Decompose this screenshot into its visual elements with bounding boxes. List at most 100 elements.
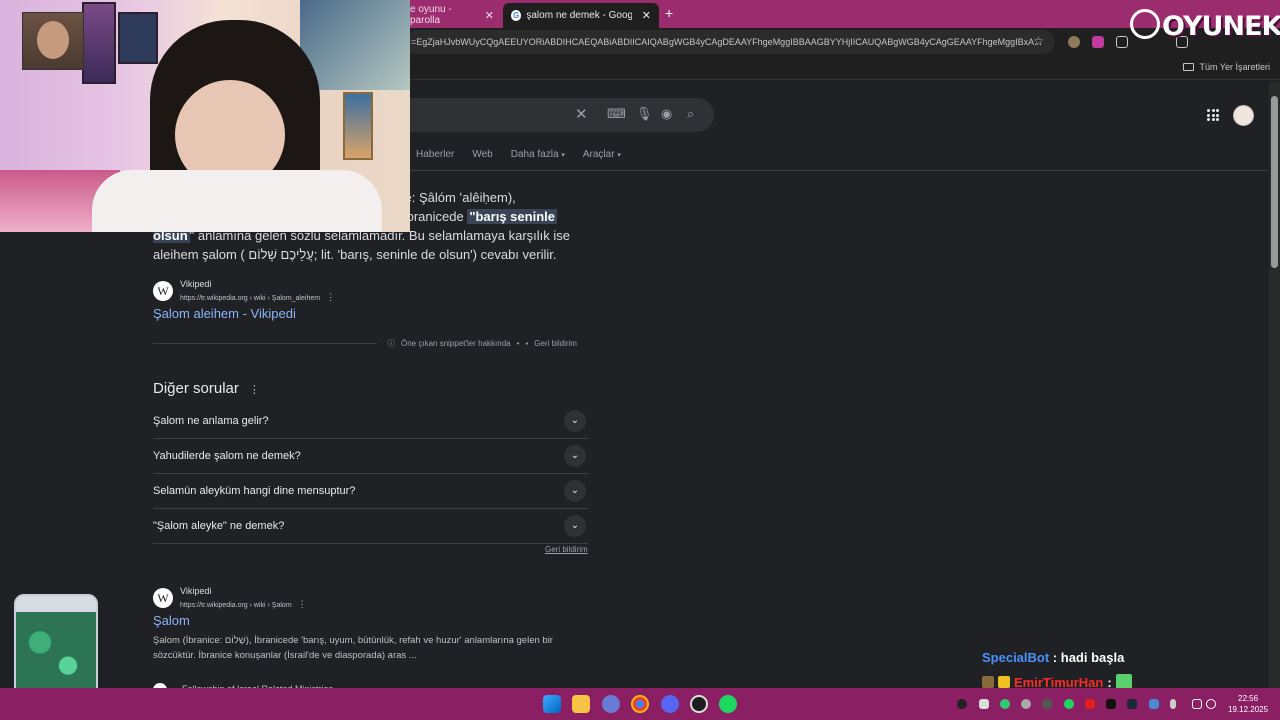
scrollbar-thumb[interactable]: [1271, 96, 1278, 268]
logo-text: OYUNEKS: [1162, 10, 1280, 42]
chevron-down-icon: ⌄: [564, 515, 586, 537]
tab-more[interactable]: Daha fazla ▾: [511, 149, 565, 160]
bookmark-star-icon[interactable]: ☆: [1033, 34, 1044, 48]
tab-google-search[interactable]: G şalom ne demek - Google'da A ✕: [503, 3, 659, 28]
clock-time: 22:56: [1238, 694, 1259, 703]
microphone-icon[interactable]: 🎙: [636, 106, 653, 122]
result-source[interactable]: W Vikipedi https://tr.wikipedia.org › wi…: [153, 279, 335, 303]
tray-icon[interactable]: [1085, 699, 1095, 709]
tab-title: şalom ne demek - Google'da A: [526, 10, 632, 21]
chevron-down-icon: ⌄: [564, 480, 586, 502]
chevron-down-icon: ⌄: [564, 410, 586, 432]
extension-icon[interactable]: [1092, 36, 1104, 48]
network-icon[interactable]: [1192, 699, 1202, 709]
result-link[interactable]: Şalom: [153, 613, 190, 628]
tab-tools-label: Araçlar: [582, 149, 615, 160]
chrome-icon[interactable]: [631, 695, 649, 713]
feedback-link[interactable]: Geri bildirim: [545, 545, 588, 554]
help-icon: ⓘ: [387, 339, 395, 348]
chat-separator: :: [1049, 650, 1061, 665]
address-bar[interactable]: =EgZjaHJvbWUyCQgAEEUYORiABDIHCAEQABiABDI…: [405, 30, 1055, 54]
separator-dot: •: [516, 339, 520, 348]
spotify-icon[interactable]: [719, 695, 737, 713]
result-source[interactable]: W Vikipedi https://tr.wikipedia.org › wi…: [153, 586, 307, 610]
keyboard-icon[interactable]: ⌨: [607, 106, 626, 122]
crown-badge-icon: [998, 676, 1010, 688]
avatar[interactable]: [1233, 105, 1254, 126]
tray-steam-icon[interactable]: [1127, 699, 1137, 709]
tray-icon[interactable]: [1149, 699, 1159, 709]
tray-icon[interactable]: [1021, 699, 1031, 709]
question-text: Şalom ne anlama gelir?: [153, 415, 269, 427]
paa-question[interactable]: Şalom ne anlama gelir? ⌄: [153, 404, 588, 439]
search-input[interactable]: ✕ ⌨ 🎙 ◉ ⌕: [380, 98, 714, 132]
start-icon[interactable]: [543, 695, 561, 713]
snippet-text: İbranicede: [403, 209, 468, 224]
app-icon[interactable]: [602, 695, 620, 713]
folder-icon: [1183, 63, 1195, 71]
lens-icon[interactable]: ◉: [661, 106, 672, 122]
tab-parolla[interactable]: e oyunu - parolla ✕: [402, 4, 502, 26]
tray-icon[interactable]: [979, 699, 989, 709]
source-url: https://tr.wikipedia.org › wiki › Şalom ⋮: [180, 599, 307, 610]
result-link[interactable]: Şalom aleihem - Vikipedi: [153, 306, 296, 321]
paa-question[interactable]: Yahudilerde şalom ne demek? ⌄: [153, 439, 588, 474]
chevron-down-icon: ⌄: [564, 445, 586, 467]
question-text: "Şalom aleyke" ne demek?: [153, 520, 285, 532]
source-url: https://tr.wikipedia.org › wiki › Şalom_…: [180, 292, 335, 303]
clear-search-icon[interactable]: ✕: [575, 105, 588, 123]
webcam-overlay: [0, 0, 410, 232]
snippet-line: aleihem şalom ( עֲלֵיכֶם שָׁלוֹם; lit. '…: [153, 247, 557, 262]
feedback-icon: ▪: [525, 339, 529, 348]
close-tab-icon[interactable]: ✕: [485, 9, 494, 22]
tray-icon[interactable]: [1042, 699, 1052, 709]
streamer-shirt: [92, 170, 382, 232]
paa-question[interactable]: Selamün aleyküm hangi dine mensuptur? ⌄: [153, 474, 588, 509]
more-options-icon[interactable]: ⋮: [326, 292, 335, 302]
discord-icon[interactable]: [661, 695, 679, 713]
question-text: Yahudilerde şalom ne demek?: [153, 450, 301, 462]
result-description: Şalom (İbranice: שָׁלוֹם), İbranicede 'b…: [153, 635, 553, 661]
google-apps-icon[interactable]: [1207, 109, 1219, 121]
source-name: Vikipedi: [180, 279, 212, 289]
tray-spotify-icon[interactable]: [1064, 699, 1074, 709]
extension-icon[interactable]: [1068, 36, 1080, 48]
feedback-link[interactable]: Geri bildirim: [534, 339, 577, 348]
search-nav-tabs: Haberler Web Daha fazla ▾ Araçlar ▾: [416, 149, 621, 160]
search-icon[interactable]: ⌕: [687, 106, 694, 122]
file-explorer-icon[interactable]: [572, 695, 590, 713]
source-url-text: https://tr.wikipedia.org › wiki › Şalom: [180, 602, 292, 609]
wall-poster: [118, 12, 158, 64]
volume-icon[interactable]: [1206, 699, 1216, 709]
more-options-icon[interactable]: ⋮: [298, 599, 307, 609]
paa-question[interactable]: "Şalom aleyke" ne demek? ⌄: [153, 509, 588, 544]
page-scrollbar[interactable]: [1269, 82, 1280, 688]
mascot-icon: [1130, 9, 1160, 39]
more-options-icon[interactable]: ⋮: [249, 384, 260, 396]
source-name: Vikipedi: [180, 586, 212, 596]
microphone-tray-icon[interactable]: [1170, 699, 1176, 709]
about-snippets-link[interactable]: Öne çıkan snippet'ler hakkında: [401, 339, 511, 348]
all-bookmarks-label: Tüm Yer İşaretleri: [1199, 62, 1270, 72]
wikipedia-icon: W: [153, 281, 173, 301]
all-bookmarks-button[interactable]: Tüm Yer İşaretleri: [1183, 62, 1270, 72]
obs-icon[interactable]: [690, 695, 708, 713]
chevron-down-icon: ▾: [617, 152, 621, 159]
taskbar-clock[interactable]: 22:56 19.12.2025: [1228, 693, 1268, 715]
tray-icon[interactable]: [1000, 699, 1010, 709]
wall-painting: [343, 92, 373, 160]
windows-taskbar: 22:56 19.12.2025: [0, 688, 1280, 720]
tray-icon[interactable]: [1106, 699, 1116, 709]
tab-tools[interactable]: Araçlar ▾: [583, 149, 621, 160]
close-tab-icon[interactable]: ✕: [642, 9, 651, 22]
source-url-text: https://tr.wikipedia.org › wiki › Şalom_…: [180, 295, 321, 302]
tab-web[interactable]: Web: [472, 149, 492, 160]
new-tab-button[interactable]: +: [665, 5, 673, 21]
extensions-puzzle-icon[interactable]: [1116, 36, 1128, 48]
snippet-highlight: "barış seninle: [467, 209, 557, 224]
picture-in-picture-cam: [22, 12, 84, 70]
paa-title-text: Diğer sorular: [153, 380, 239, 397]
tab-news[interactable]: Haberler: [416, 149, 454, 160]
wall-poster: [82, 2, 116, 84]
tray-icon[interactable]: [957, 699, 967, 709]
